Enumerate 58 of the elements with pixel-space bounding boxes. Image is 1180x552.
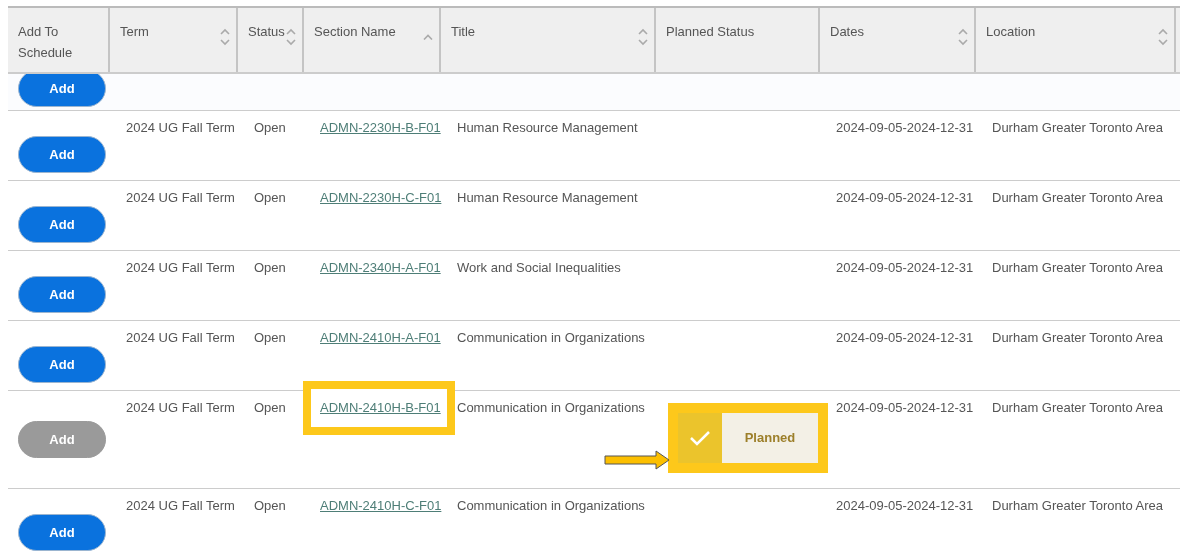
location-text: Durham Greater Toronto Area [992,120,1163,135]
column-header: Planned Status [656,8,820,72]
term-text: 2024 UG Fall Term [126,120,235,135]
add-button[interactable]: Add [18,74,106,107]
add-button[interactable]: Add [18,205,106,243]
sort-icon[interactable] [1158,27,1168,47]
section-link[interactable]: ADMN-2410H-A-F01 [320,330,441,345]
check-icon [689,429,711,447]
sort-icon[interactable] [286,27,296,47]
dates-text: 2024-09-05-2024-12-31 [836,190,974,205]
term-text: 2024 UG Fall Term [126,400,235,415]
column-header: Status [238,8,304,72]
column-header: Add To Schedule [8,8,110,72]
sort-icon[interactable] [638,27,648,47]
term-text: 2024 UG Fall Term [126,498,235,513]
dates-text: 2024-09-05-2024-12-31 [836,260,974,275]
course-title: Communication in Organizations [457,330,645,345]
status-text: Open [254,330,286,345]
location-text: Durham Greater Toronto Area [992,330,1163,345]
sort-ascending-icon[interactable] [423,34,433,40]
section-link[interactable]: ADMN-2410H-C-F01 [320,498,442,513]
course-title: Communication in Organizations [457,400,645,415]
column-header: Title [441,8,656,72]
dates-text: 2024-09-05-2024-12-31 [836,330,974,345]
column-header: Section Name [304,8,441,72]
term-text: 2024 UG Fall Term [126,190,235,205]
section-link[interactable]: ADMN-2340H-A-F01 [320,260,441,275]
section-link[interactable]: ADMN-2230H-C-F01 [320,190,442,205]
sort-icon[interactable] [220,27,230,47]
status-text: Open [254,120,286,135]
course-title: Communication in Organizations [457,498,645,513]
course-title: Work and Social Inequalities [457,260,621,275]
status-text: Open [254,260,286,275]
status-text: Open [254,400,286,415]
location-text: Durham Greater Toronto Area [992,400,1163,415]
section-link[interactable]: ADMN-2230H-B-F01 [320,120,441,135]
column-header: Location [976,8,1176,72]
arrow-icon [604,450,670,470]
location-text: Durham Greater Toronto Area [992,190,1163,205]
add-button[interactable]: Add [18,513,106,551]
term-text: 2024 UG Fall Term [126,260,235,275]
status-text: Open [254,498,286,513]
column-header: Dates [820,8,976,72]
location-text: Durham Greater Toronto Area [992,260,1163,275]
course-title: Human Resource Management [457,190,638,205]
add-button[interactable]: Add [18,275,106,313]
dates-text: 2024-09-05-2024-12-31 [836,400,974,415]
add-button[interactable]: Add [18,345,106,383]
course-title: Human Resource Management [457,120,638,135]
dates-text: 2024-09-05-2024-12-31 [836,120,974,135]
add-button[interactable]: Add [18,135,106,173]
sort-icon[interactable] [958,27,968,47]
status-text: Open [254,190,286,205]
column-header: Term [110,8,238,72]
term-text: 2024 UG Fall Term [126,330,235,345]
dates-text: 2024-09-05-2024-12-31 [836,498,974,513]
location-text: Durham Greater Toronto Area [992,498,1163,513]
section-link[interactable]: ADMN-2410H-B-F01 [320,400,441,415]
